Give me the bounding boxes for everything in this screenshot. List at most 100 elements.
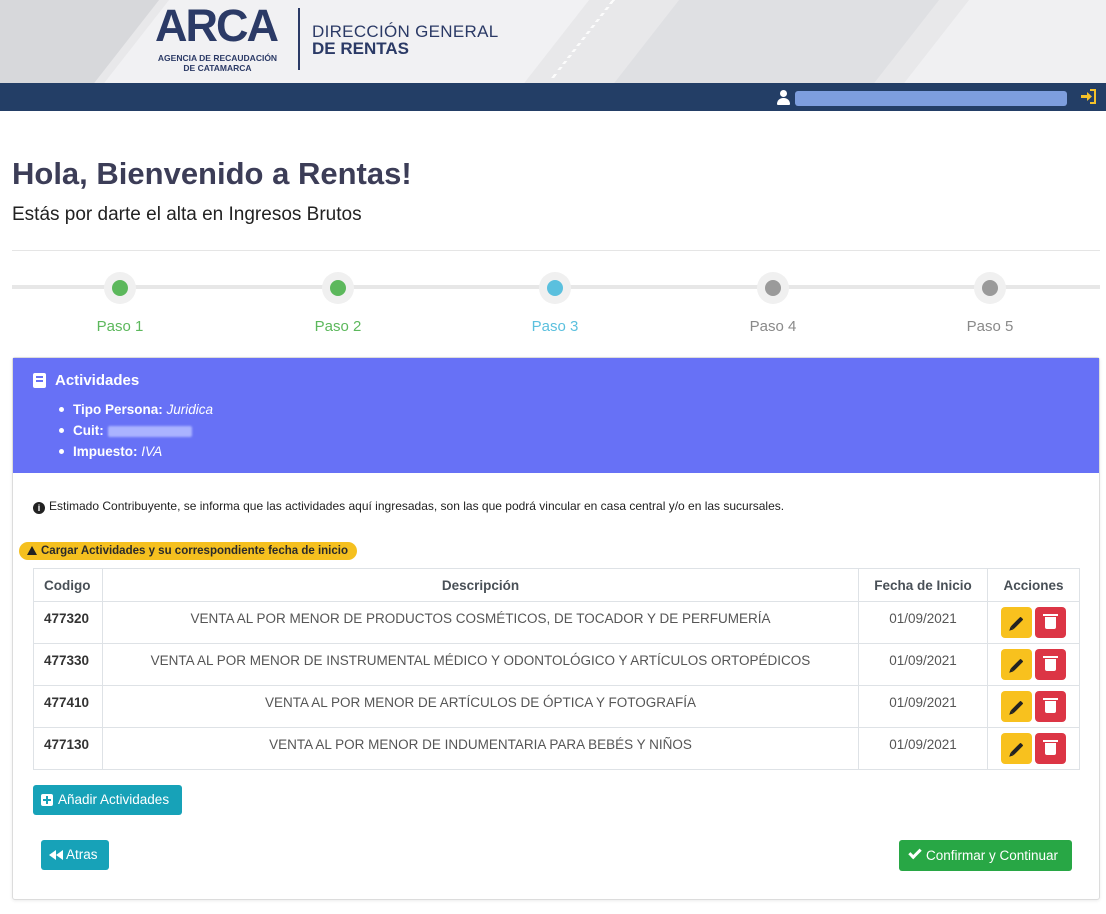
table-row: 477410 VENTA AL POR MENOR DE ARTÍCULOS D… [33,685,1080,728]
pencil-icon [1010,616,1024,630]
step-2: Paso 2 [278,272,398,335]
step-1: Paso 1 [60,272,180,335]
step-dot [112,280,128,296]
cuit-redacted [107,425,192,437]
cell-date: 01/09/2021 [858,685,988,728]
info-item-impuesto: Impuesto: IVA [57,441,213,462]
edit-button[interactable] [1001,607,1032,638]
cell-actions [987,685,1080,728]
warning-badge: Cargar Actividades y su correspondiente … [19,542,357,560]
step-4: Paso 4 [713,272,833,335]
divider [12,250,1100,251]
cell-desc: VENTA AL POR MENOR DE INDUMENTARIA PARA … [102,727,859,770]
step-label: Paso 2 [314,318,362,335]
plus-square-icon [41,794,53,806]
info-notice: i Estimado Contribuyente, se informa que … [33,499,784,514]
logo-subtitle: AGENCIA DE RECAUDACIÓN [157,53,278,63]
back-button[interactable]: Atras [41,840,109,870]
notice-text: Estimado Contribuyente, se informa que l… [49,499,785,513]
user-name-redacted[interactable] [795,91,1067,106]
step-label: Paso 1 [96,318,144,335]
table-row: 477330 VENTA AL POR MENOR DE INSTRUMENTA… [33,643,1080,686]
banner-stripe [569,0,971,83]
pencil-icon [1010,658,1024,672]
cell-desc: VENTA AL POR MENOR DE PRODUCTOS COSMÉTIC… [102,601,859,644]
trash-icon [1043,614,1058,629]
warning-text: Cargar Actividades y su correspondiente … [41,545,348,557]
backward-icon [49,850,63,860]
cell-date: 01/09/2021 [858,727,988,770]
step-dot [765,280,781,296]
table-row: 477320 VENTA AL POR MENOR DE PRODUCTOS C… [33,601,1080,644]
cell-desc: VENTA AL POR MENOR DE INSTRUMENTAL MÉDIC… [102,643,859,686]
info-label: Tipo Persona: [73,402,163,417]
step-label: Paso 5 [966,318,1014,335]
info-label: Cuit: [73,423,104,438]
cell-date: 01/09/2021 [858,601,988,644]
pencil-icon [1010,700,1024,714]
col-header-actions: Acciones [987,568,1080,602]
cell-desc: VENTA AL POR MENOR DE ARTÍCULOS DE ÓPTIC… [102,685,859,728]
button-label: Confirmar y Continuar [926,848,1059,863]
activities-card: Actividades Tipo Persona: Juridica Cuit:… [12,357,1100,900]
logo-subtitle: DE CATAMARCA [183,63,252,73]
sign-in-icon[interactable] [1080,89,1098,105]
col-header-desc: Descripción [102,568,859,602]
step-dot [330,280,346,296]
top-navbar [0,83,1106,111]
logo-word: ARCA [155,0,279,51]
pencil-icon [1010,742,1024,756]
step-dot [982,280,998,296]
step-5: Paso 5 [930,272,1050,335]
confirm-continue-button[interactable]: Confirmar y Continuar [899,840,1072,871]
edit-button[interactable] [1001,733,1032,764]
activities-table: Codigo Descripción Fecha de Inicio Accio… [33,568,1080,770]
edit-button[interactable] [1001,691,1032,722]
step-label: Paso 3 [531,318,579,335]
org-name-line2: DE RENTAS [312,39,409,58]
cell-code: 477410 [33,685,103,728]
warning-icon [27,546,37,555]
taxpayer-info-list: Tipo Persona: Juridica Cuit: Impuesto: I… [57,399,213,462]
table-header-row: Codigo Descripción Fecha de Inicio Accio… [33,568,1080,602]
cell-actions [987,727,1080,770]
trash-icon [1043,740,1058,755]
info-value: Juridica [166,402,214,417]
add-activities-button[interactable]: Añadir Actividades [33,785,182,815]
check-icon [908,845,922,860]
delete-button[interactable] [1035,733,1066,764]
cell-code: 477130 [33,727,103,770]
header-banner: ARCA AGENCIA DE RECAUDACIÓN DE CATAMARCA… [0,0,1106,83]
delete-button[interactable] [1035,691,1066,722]
cell-actions [987,601,1080,644]
info-value: IVA [141,444,163,459]
col-header-date: Fecha de Inicio [858,568,988,602]
cell-code: 477320 [33,601,103,644]
button-label: Añadir Actividades [58,792,170,807]
arca-logo: ARCA AGENCIA DE RECAUDACIÓN DE CATAMARCA [150,0,285,76]
step-3: Paso 3 [495,272,615,335]
cell-actions [987,643,1080,686]
card-header: Actividades Tipo Persona: Juridica Cuit:… [13,358,1099,473]
info-item-cuit: Cuit: [57,420,213,441]
delete-button[interactable] [1035,607,1066,638]
step-dot [547,280,563,296]
cell-code: 477330 [33,643,103,686]
col-header-code: Codigo [33,568,103,602]
logo-divider [298,8,300,70]
card-title: Actividades [55,372,140,389]
book-icon [33,373,46,388]
page-title: Hola, Bienvenido a Rentas! [12,156,412,191]
page-subtitle: Estás por darte el alta en Ingresos Brut… [12,204,362,225]
trash-icon [1043,698,1058,713]
delete-button[interactable] [1035,649,1066,680]
table-row: 477130 VENTA AL POR MENOR DE INDUMENTARI… [33,727,1080,770]
button-label: Atras [66,847,98,862]
user-icon [776,90,791,105]
info-item-tipo: Tipo Persona: Juridica [57,399,213,420]
info-label: Impuesto: [73,444,138,459]
step-label: Paso 4 [749,318,797,335]
edit-button[interactable] [1001,649,1032,680]
cell-date: 01/09/2021 [858,643,988,686]
info-icon: i [33,502,45,514]
